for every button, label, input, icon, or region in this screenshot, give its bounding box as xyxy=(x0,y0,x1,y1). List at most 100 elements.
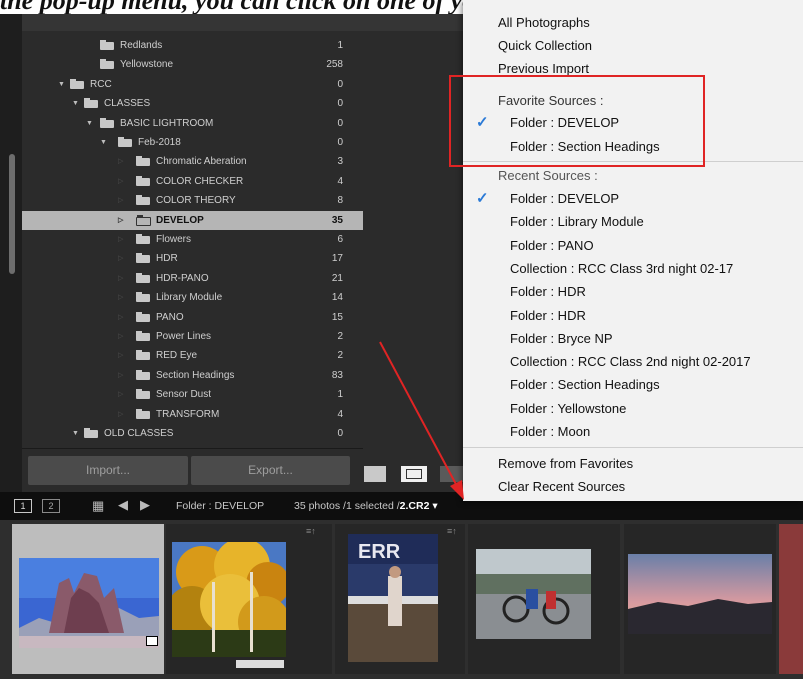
folder-row[interactable]: Yellowstone 258 xyxy=(22,55,363,74)
menu-item-source[interactable]: Folder : Moon xyxy=(510,421,590,443)
menu-item-source[interactable]: Folder : Library Module xyxy=(510,211,644,233)
folder-row[interactable]: ▷ DEVELOP 35 xyxy=(22,210,363,230)
folder-count: 14 xyxy=(331,292,343,304)
folder-row[interactable]: ▷ Power Lines 2 xyxy=(22,327,363,346)
disclosure-expanded-icon[interactable]: ▼ xyxy=(72,424,79,443)
menu-item-source[interactable]: Collection : RCC Class 3rd night 02-17 xyxy=(510,258,733,280)
folder-name: Chromatic Aberation xyxy=(156,156,247,168)
folder-name: COLOR CHECKER xyxy=(156,175,244,187)
secondary-window-button[interactable]: 2 xyxy=(42,499,60,513)
filmstrip-thumb[interactable] xyxy=(624,524,776,674)
filmstrip-thumb[interactable]: ERR ≡↑ xyxy=(335,524,465,674)
disclosure-collapsed-icon[interactable]: ▷ xyxy=(118,172,123,191)
sort-icon: ≡↑ xyxy=(306,526,316,536)
disclosure-collapsed-icon[interactable]: ▷ xyxy=(118,249,123,268)
disclosure-collapsed-icon[interactable]: ▷ xyxy=(118,346,123,365)
folder-icon xyxy=(136,350,150,361)
menu-item-source[interactable]: Folder : DEVELOP xyxy=(510,188,619,210)
disclosure-expanded-icon[interactable]: ▼ xyxy=(58,75,65,94)
back-arrow-icon[interactable]: ◀ xyxy=(118,497,128,513)
menu-item-source[interactable]: Folder : Section Headings xyxy=(510,374,660,396)
disclosure-collapsed-icon[interactable]: ▷ xyxy=(118,366,123,385)
folder-row[interactable]: ▷ Sensor Dust 1 xyxy=(22,385,363,404)
folder-row[interactable]: ▷ Flowers 6 xyxy=(22,230,363,249)
disclosure-expanded-icon[interactable]: ▼ xyxy=(72,94,79,113)
folder-row[interactable]: ▷ Section Headings 83 xyxy=(22,366,363,385)
folder-row[interactable]: ▷ Library Module 14 xyxy=(22,288,363,307)
menu-separator xyxy=(463,447,803,448)
folder-row[interactable]: ▼ BASIC LIGHTROOM 0 xyxy=(22,114,363,133)
disclosure-collapsed-icon[interactable]: ▷ xyxy=(118,405,123,424)
badge-icon xyxy=(146,636,158,646)
folder-icon xyxy=(100,59,114,70)
folder-row[interactable]: ▷ HDR-PANO 21 xyxy=(22,269,363,288)
folder-row[interactable]: ▷ Chromatic Aberation 3 xyxy=(22,152,363,171)
disclosure-collapsed-icon[interactable]: ▷ xyxy=(118,211,123,230)
folder-row[interactable]: ▷ RED Eye 2 xyxy=(22,346,363,365)
folder-count: 1 xyxy=(337,389,343,401)
folder-icon xyxy=(84,428,98,438)
folder-count: 258 xyxy=(326,59,343,71)
menu-item-source[interactable]: Folder : Yellowstone xyxy=(510,398,626,420)
filmstrip-thumb[interactable]: ≡↑ xyxy=(166,524,332,674)
filmstrip-thumb[interactable] xyxy=(12,524,164,674)
folder-count: 2 xyxy=(337,350,343,362)
filmstrip-source-label[interactable]: Folder : DEVELOP xyxy=(176,500,264,512)
thumb-image xyxy=(628,554,772,634)
folder-row[interactable]: ▷ COLOR CHECKER 4 xyxy=(22,172,363,191)
menu-item-quick-collection[interactable]: Quick Collection xyxy=(498,35,592,57)
menu-item-clear-recent[interactable]: Clear Recent Sources xyxy=(498,476,625,498)
disclosure-collapsed-icon[interactable]: ▷ xyxy=(118,269,123,288)
folder-row[interactable]: Redlands 1 xyxy=(22,36,363,55)
panel-scrollbar-thumb[interactable] xyxy=(9,154,15,274)
folder-row[interactable]: ▼ RCC 0 xyxy=(22,75,363,94)
disclosure-collapsed-icon[interactable]: ▷ xyxy=(118,308,123,327)
menu-item-source[interactable]: Folder : HDR xyxy=(510,281,586,303)
folder-count: 35 xyxy=(331,214,343,226)
folder-count: 1 xyxy=(337,40,343,51)
folder-count: 0 xyxy=(337,428,343,439)
folder-icon xyxy=(136,175,150,186)
menu-item-remove-favorites[interactable]: Remove from Favorites xyxy=(498,453,633,475)
folder-row[interactable]: ▷ PANO 15 xyxy=(22,308,363,327)
disclosure-collapsed-icon[interactable]: ▷ xyxy=(118,327,123,346)
annotation-arrow xyxy=(379,341,464,500)
main-window-button[interactable]: 1 xyxy=(14,499,32,513)
folder-name: COLOR THEORY xyxy=(156,195,236,207)
import-button[interactable]: Import... xyxy=(28,456,188,485)
disclosure-collapsed-icon[interactable]: ▷ xyxy=(118,385,123,404)
folder-icon xyxy=(136,234,150,244)
forward-arrow-icon[interactable]: ▶ xyxy=(140,497,150,513)
folder-row[interactable]: ▷ COLOR THEORY 8 xyxy=(22,191,363,210)
folder-count: 0 xyxy=(337,137,343,148)
menu-item-source[interactable]: Folder : PANO xyxy=(510,235,594,257)
filmstrip-thumb[interactable] xyxy=(468,524,620,674)
checkmark-icon: ✓ xyxy=(476,190,489,207)
menu-item-all-photographs[interactable]: All Photographs xyxy=(498,12,590,34)
folder-count: 4 xyxy=(337,408,343,420)
menu-item-source[interactable]: Collection : RCC Class 2nd night 02-2017 xyxy=(510,351,751,373)
folder-name: DEVELOP xyxy=(156,214,204,226)
folder-icon xyxy=(136,156,150,167)
folder-row[interactable]: ▼ CLASSES 0 xyxy=(22,94,363,113)
menu-item-source[interactable]: Folder : HDR xyxy=(510,305,586,327)
disclosure-collapsed-icon[interactable]: ▷ xyxy=(118,191,123,210)
disclosure-expanded-icon[interactable]: ▼ xyxy=(100,133,107,152)
grid-icon[interactable]: ▦ xyxy=(92,498,104,514)
folder-row[interactable]: ▷ TRANSFORM 4 xyxy=(22,405,363,424)
disclosure-collapsed-icon[interactable]: ▷ xyxy=(118,152,123,171)
thumb-image xyxy=(172,542,286,657)
disclosure-collapsed-icon[interactable]: ▷ xyxy=(118,288,123,307)
folder-icon xyxy=(136,292,150,303)
folder-name: BASIC LIGHTROOM xyxy=(120,117,214,129)
filmstrip-thumb[interactable] xyxy=(779,524,803,674)
sort-icon: ≡↑ xyxy=(447,526,457,536)
folder-row[interactable]: ▼ Feb-2018 0 xyxy=(22,133,363,152)
folder-row[interactable]: ▷ HDR 17 xyxy=(22,249,363,268)
folder-row[interactable]: ▼ OLD CLASSES 0 xyxy=(22,424,363,443)
disclosure-expanded-icon[interactable]: ▼ xyxy=(86,114,93,133)
export-button[interactable]: Export... xyxy=(191,456,350,485)
disclosure-collapsed-icon[interactable]: ▷ xyxy=(118,230,123,249)
folder-name: Library Module xyxy=(156,292,223,304)
menu-item-source[interactable]: Folder : Bryce NP xyxy=(510,328,613,350)
